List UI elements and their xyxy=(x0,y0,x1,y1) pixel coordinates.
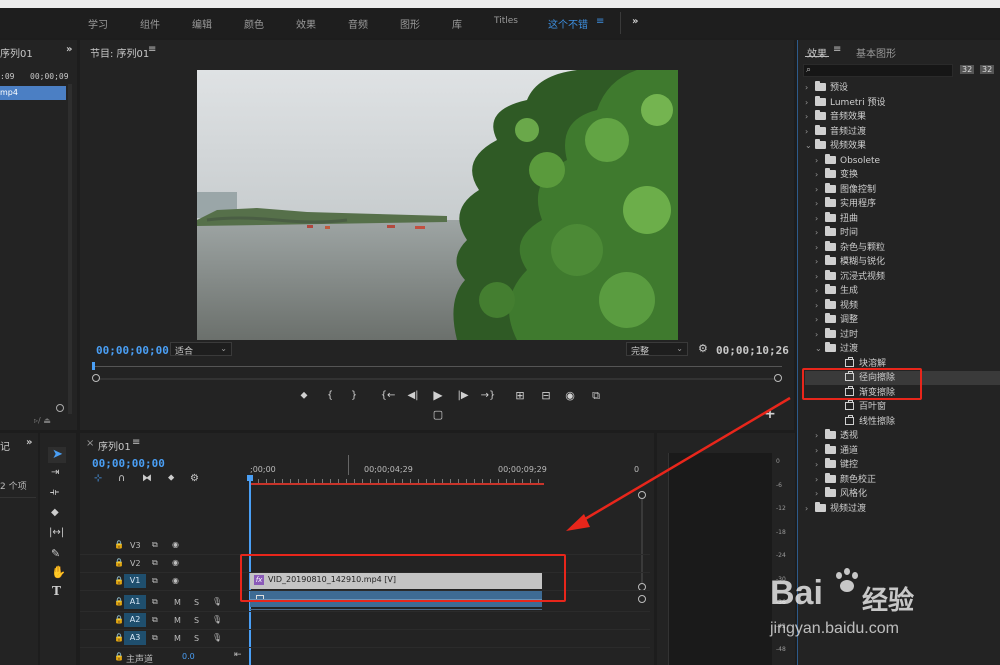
watermark-brand-cn: 经验 xyxy=(862,586,915,616)
watermark-url: jingyan.baidu.com xyxy=(770,620,899,637)
baidu-watermark: Bai 经验 jingyan.baidu.com xyxy=(770,568,980,652)
annotation-arrow xyxy=(566,396,791,531)
paw-logo-icon xyxy=(834,568,858,592)
watermark-brand: Bai xyxy=(770,574,823,612)
